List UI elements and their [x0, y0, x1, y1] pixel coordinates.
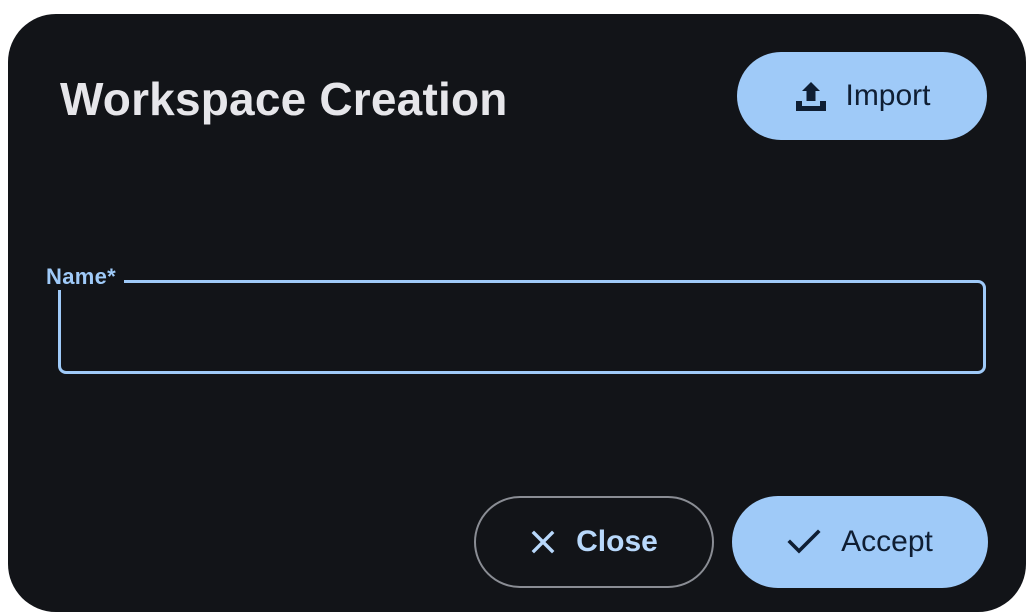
close-button[interactable]: Close — [474, 496, 714, 588]
accept-button[interactable]: Accept — [732, 496, 988, 588]
close-button-label: Close — [576, 525, 658, 558]
close-icon — [530, 529, 556, 555]
accept-button-label: Accept — [841, 525, 933, 558]
dialog-title: Workspace Creation — [60, 73, 508, 125]
name-field-label: Name* — [38, 264, 124, 290]
workspace-creation-dialog: Workspace Creation Import Name* Close Ac… — [8, 14, 1026, 612]
check-icon — [787, 529, 821, 555]
name-input[interactable] — [79, 301, 969, 355]
upload-tray-icon — [793, 79, 829, 113]
name-field[interactable] — [58, 280, 986, 374]
import-button[interactable]: Import — [737, 52, 987, 140]
import-button-label: Import — [845, 79, 931, 112]
